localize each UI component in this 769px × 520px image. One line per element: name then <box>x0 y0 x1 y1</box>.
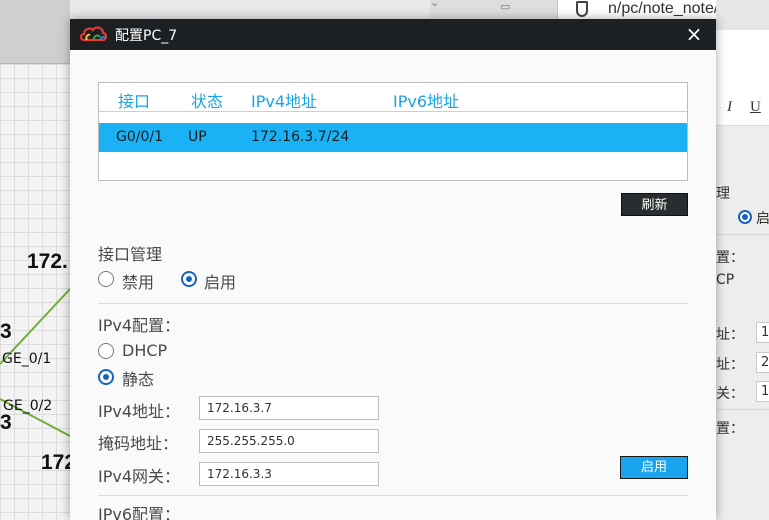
column-header-status[interactable]: 状态 <box>191 88 223 112</box>
mask-label: 掩码地址： <box>98 434 179 453</box>
ipv4-address-input[interactable] <box>199 396 379 420</box>
side-panel-text: 理 <box>716 186 730 202</box>
static-radio[interactable] <box>98 369 114 385</box>
ipv4-config-label: IPv4配置： <box>98 316 181 335</box>
cell-ipv4: 172.16.3.7/24 <box>251 129 350 145</box>
side-panel-input[interactable]: 1 <box>756 322 769 343</box>
column-header-ipv4[interactable]: IPv4地址 <box>251 88 317 112</box>
browser-header-bg <box>716 0 769 30</box>
topology-label: 3 <box>0 320 12 343</box>
side-panel-text: 启 <box>756 211 769 227</box>
topology-label: 172. <box>27 250 68 273</box>
config-dialog: 配置PC_7 × 接口 状态 IPv4地址 IPv6地址 G0/0/1 UP 1… <box>70 19 716 520</box>
topology-label: 3 <box>0 411 12 434</box>
interface-mgmt-label: 接口管理 <box>98 245 163 264</box>
cell-status: UP <box>188 129 207 145</box>
enable-radio[interactable] <box>181 271 197 287</box>
enable-label: 启用 <box>204 273 237 292</box>
side-panel-input[interactable]: 1 <box>756 381 769 402</box>
dialog-title: 配置PC_7 <box>115 28 178 44</box>
section-divider <box>98 495 688 496</box>
underline-button[interactable]: U <box>750 99 761 116</box>
browser-tabstrip: ⌄ ▭ <box>430 0 560 18</box>
ipv4-address-label: IPv4地址： <box>98 402 181 421</box>
column-header-interface[interactable]: 接口 <box>118 88 150 112</box>
side-panel-text: 关： <box>716 386 744 402</box>
editor-toolbar: I U <box>716 30 769 126</box>
chevron-down-icon[interactable]: ⌄ <box>430 0 439 9</box>
gateway-label: IPv4网关： <box>98 467 181 486</box>
dhcp-label: DHCP <box>122 341 168 360</box>
table-header: 接口 状态 IPv4地址 IPv6地址 <box>99 83 687 112</box>
topology-port-label: GE_0/1 <box>2 351 52 367</box>
side-panel-text: CP <box>716 272 735 288</box>
dhcp-radio[interactable] <box>98 343 114 359</box>
gateway-input[interactable] <box>199 462 379 486</box>
topology-toolbar <box>0 0 70 64</box>
dialog-titlebar[interactable]: 配置PC_7 × <box>70 19 716 50</box>
column-header-ipv6[interactable]: IPv6地址 <box>393 88 459 112</box>
cell-interface: G0/0/1 <box>116 129 164 145</box>
side-panel-input[interactable]: 2 <box>756 352 769 373</box>
interface-table: 接口 状态 IPv4地址 IPv6地址 G0/0/1 UP 172.16.3.7… <box>98 82 688 181</box>
close-icon[interactable]: × <box>682 23 706 47</box>
section-divider <box>98 303 688 304</box>
table-row[interactable]: G0/0/1 UP 172.16.3.7/24 <box>99 123 687 152</box>
mask-input[interactable] <box>199 429 379 453</box>
side-panel-text: 置： <box>716 421 744 437</box>
ensp-cloud-logo-icon <box>80 26 108 42</box>
ipv6-config-label: IPv6配置： <box>98 505 181 520</box>
side-panel-text: 址： <box>716 327 744 343</box>
disable-label: 禁用 <box>122 273 155 292</box>
shield-icon <box>576 1 588 17</box>
side-panel-text: 置： <box>716 250 744 266</box>
side-config-panel: 理 启 置： CP 址： 1 址： 2 关： 1 置： <box>716 126 769 520</box>
side-panel-radio[interactable] <box>738 210 752 224</box>
maximize-icon[interactable]: ▭ <box>500 0 510 13</box>
static-label: 静态 <box>122 370 155 389</box>
side-panel-text: 址： <box>716 357 744 373</box>
disable-radio[interactable] <box>98 271 114 287</box>
italic-button[interactable]: I <box>727 99 732 116</box>
refresh-button[interactable]: 刷新 <box>621 193 688 216</box>
apply-button[interactable]: 启用 <box>620 456 688 479</box>
